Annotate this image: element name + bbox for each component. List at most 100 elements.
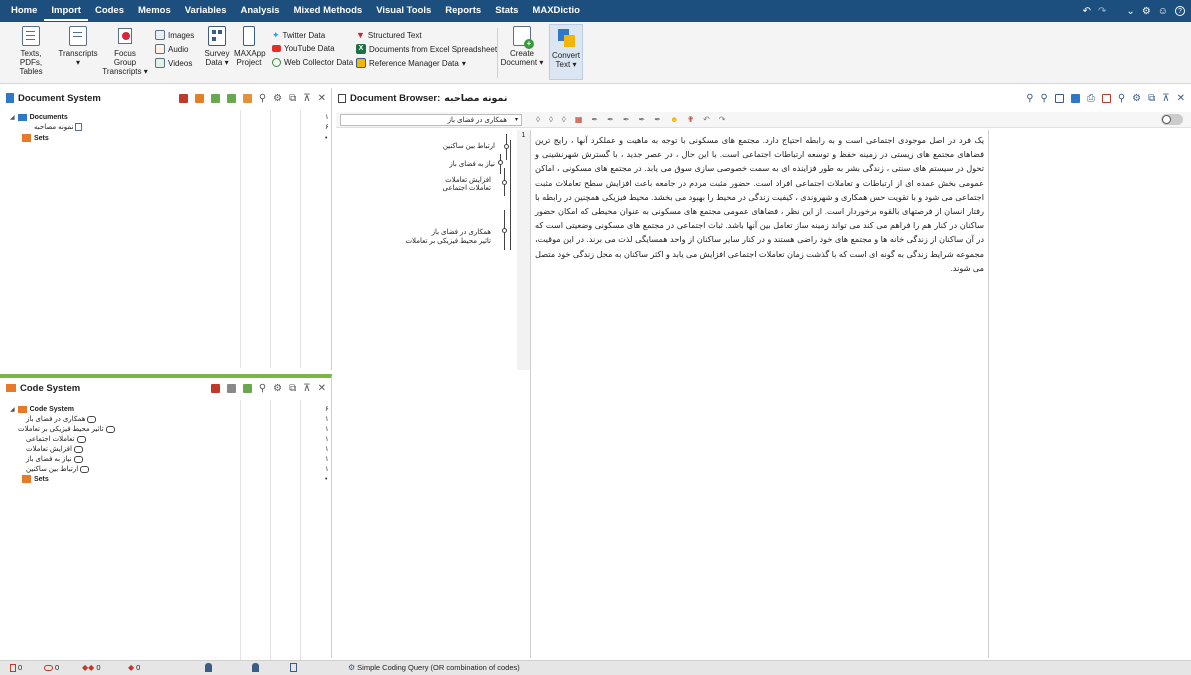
close-icon[interactable]: ✕ [318, 383, 326, 394]
emoticon-icon[interactable]: ☻ [670, 115, 678, 124]
create-document-button[interactable]: + Create Document ▾ [498, 26, 546, 67]
simple-coding-query[interactable]: ⚙ Simple Coding Query (OR combination of… [348, 663, 520, 672]
tab-stats[interactable]: Stats [488, 0, 525, 22]
import-icon[interactable] [210, 93, 220, 103]
coding-stripe-node[interactable] [498, 160, 503, 165]
tab-variables[interactable]: Variables [178, 0, 234, 22]
code-new-icon[interactable]: ◊ [562, 115, 566, 124]
highlighter-icon[interactable]: ✒ [639, 115, 646, 124]
gear-icon[interactable]: ⚙ [1132, 93, 1141, 104]
tree-row-code[interactable]: ارتباط بین ساکنین ۱ [26, 464, 329, 474]
document-text-area[interactable]: یک فرد در اصل موجودی اجتماعی است و به را… [530, 130, 989, 658]
status-coded-segments[interactable]: ◆◆ 0 [82, 663, 100, 672]
tree-row-documents[interactable]: ◢ Documents ۱ [10, 112, 329, 122]
search-icon[interactable]: ⚲ [259, 93, 266, 104]
tab-analysis[interactable]: Analysis [233, 0, 286, 22]
coding-stripe-node[interactable] [502, 228, 507, 233]
margin-code-label[interactable]: تعاملات اجتماعی [443, 184, 492, 192]
import-excel-button[interactable]: X Documents from Excel Spreadsheet [356, 44, 497, 54]
view-icon[interactable] [1070, 93, 1080, 103]
tree-row-code[interactable]: همکاری در فضای باز ۱ [26, 414, 329, 424]
maximize-icon[interactable]: ⊼ [1162, 93, 1169, 104]
redo-coding-icon[interactable]: ↷ [719, 115, 726, 124]
filter-icon[interactable] [226, 383, 236, 393]
undo-coding-icon[interactable]: ↶ [703, 115, 710, 124]
tab-maxdictio[interactable]: MAXDictio [525, 0, 587, 22]
close-icon[interactable]: ✕ [318, 93, 326, 104]
redo-icon[interactable]: ↷ [1098, 6, 1106, 17]
symbol-icon[interactable]: ✟ [687, 115, 694, 124]
highlighter-icon[interactable]: ✒ [591, 115, 598, 124]
gear-icon[interactable]: ⚙ [273, 383, 282, 394]
margin-code-label[interactable]: تاثیر محیط فیزیکی بر تعاملات [405, 237, 491, 245]
edit-mode-toggle[interactable] [1161, 114, 1183, 125]
collapse-icon[interactable]: ◢ [10, 406, 15, 413]
margin-code-label[interactable]: ارتباط بین ساکنین [443, 142, 495, 150]
gear-icon[interactable]: ⚙ [1142, 6, 1151, 17]
smiley-icon[interactable]: ☺ [1158, 6, 1168, 17]
code-icon[interactable]: ◊ [536, 115, 540, 124]
tab-reports[interactable]: Reports [438, 0, 488, 22]
code-color-icon[interactable]: ▦ [575, 115, 583, 124]
import-maxapp-button[interactable]: MAXApp Project [234, 26, 266, 67]
search-icon[interactable]: ⚲ [259, 383, 266, 394]
margin-code-label[interactable]: افزایش تعاملات [445, 176, 491, 184]
close-icon[interactable]: ✕ [1177, 93, 1185, 104]
import-survey-button[interactable]: Survey Data ▾ [202, 26, 232, 67]
tab-visual-tools[interactable]: Visual Tools [369, 0, 438, 22]
new-code-icon[interactable] [210, 383, 220, 393]
new-document-icon[interactable] [178, 93, 188, 103]
help-icon[interactable]: ? [1175, 6, 1185, 16]
tree-row-code[interactable]: نیاز به فضای باز ۱ [26, 454, 329, 464]
tab-import[interactable]: Import [44, 1, 88, 21]
undock-icon[interactable]: ⧉ [1148, 93, 1155, 104]
zoom-out-icon[interactable]: ⚲ [1041, 93, 1048, 104]
import-audio-button[interactable]: Audio [155, 44, 188, 54]
tab-codes[interactable]: Codes [88, 0, 131, 22]
tree-row-code-system[interactable]: ◢ Code System ۶ [10, 404, 329, 414]
highlighter-icon[interactable]: ✒ [607, 115, 614, 124]
status-codes[interactable]: 0 [44, 663, 59, 672]
tree-row-code[interactable]: افزایش تعاملات ۱ [26, 444, 329, 454]
import-transcripts-button[interactable]: Transcripts ▾ [58, 26, 98, 67]
maximize-icon[interactable]: ⊼ [303, 93, 310, 104]
import-texts-button[interactable]: Texts, PDFs, Tables [9, 26, 53, 76]
import-twitter-button[interactable]: ✦ Twitter Data [272, 30, 325, 41]
open-icon[interactable] [1101, 93, 1111, 103]
collapse-icon[interactable]: ◢ [10, 114, 15, 121]
export-icon[interactable] [1054, 93, 1064, 103]
margin-code-label[interactable]: نیاز به فضای باز [449, 160, 495, 168]
tree-row-sets[interactable]: Sets • [22, 133, 327, 143]
import-images-button[interactable]: Images [155, 30, 194, 40]
import-videos-button[interactable]: Videos [155, 58, 192, 68]
new-document-group-icon[interactable] [194, 93, 204, 103]
tab-memos[interactable]: Memos [131, 0, 178, 22]
status-user-icon[interactable] [205, 663, 212, 672]
search-icon[interactable]: ⚲ [1118, 93, 1125, 104]
code-dropdown[interactable]: همکاری در فضای باز ▾ [340, 113, 522, 126]
import-reference-manager-button[interactable]: Reference Manager Data ▾ [356, 58, 466, 68]
convert-text-button[interactable]: Convert Text ▾ [549, 24, 583, 80]
status-user-icon-2[interactable] [252, 663, 259, 672]
activate-icon[interactable] [226, 93, 236, 103]
tree-row-document[interactable]: نمونه مصاحبه ۶ [34, 122, 329, 132]
set-icon[interactable] [242, 93, 252, 103]
coding-stripe-node[interactable] [504, 144, 509, 149]
zoom-in-icon[interactable]: ⚲ [1026, 93, 1033, 104]
import-structured-text-button[interactable]: ▼ Structured Text [356, 30, 422, 40]
status-weight[interactable]: ◆ 0 [128, 663, 140, 672]
gear-icon[interactable]: ⚙ [273, 93, 282, 104]
tree-row-sets[interactable]: Sets • [22, 474, 327, 484]
import-youtube-button[interactable]: YouTube Data [272, 44, 335, 53]
tree-row-code[interactable]: تعاملات اجتماعی ۱ [26, 434, 329, 444]
highlighter-icon[interactable]: ✒ [654, 115, 661, 124]
document-text[interactable]: یک فرد در اصل موجودی اجتماعی است و به را… [531, 130, 988, 276]
margin-code-label[interactable]: همکاری در فضای باز [432, 228, 491, 236]
tree-row-code[interactable]: تاثیر محیط فیزیکی بر تعاملات ۱ [18, 424, 329, 434]
tab-mixed-methods[interactable]: Mixed Methods [287, 0, 370, 22]
undock-icon[interactable]: ⧉ [289, 383, 296, 394]
code-in-vivo-icon[interactable]: ◊ [549, 115, 553, 124]
tab-home[interactable]: Home [4, 0, 44, 22]
undo-icon[interactable]: ↶ [1083, 6, 1091, 17]
maximize-icon[interactable]: ⊼ [303, 383, 310, 394]
